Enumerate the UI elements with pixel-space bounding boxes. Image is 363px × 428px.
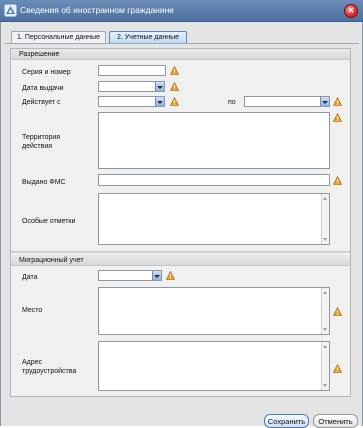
work-address-textarea[interactable] [98,341,330,391]
permit-section-header: Разрешение [11,49,350,60]
series-number-input[interactable] [98,65,166,76]
issue-date-label: Дата выдачи [22,85,64,92]
valid-from-field[interactable] [98,96,165,107]
scrollbar[interactable] [321,342,329,390]
warning-icon [170,97,179,106]
chevron-down-icon[interactable] [152,271,161,280]
territory-textarea[interactable] [98,112,330,169]
close-icon[interactable]: ✕ [344,4,358,18]
chevron-down-icon[interactable] [320,97,329,106]
warning-icon [333,307,342,316]
valid-from-label: Действует с [22,99,61,106]
work-address-label: Адрес трудоустройства [22,359,77,375]
scroll-down-icon[interactable] [323,328,327,331]
issue-date-field[interactable] [98,81,165,92]
scroll-up-icon[interactable] [323,197,327,200]
section-divider [11,251,350,253]
scroll-up-icon[interactable] [323,291,327,294]
warning-icon [170,66,179,75]
valid-to-label: по [228,99,236,106]
migration-date-field[interactable] [98,270,162,281]
scroll-down-icon[interactable] [323,238,327,241]
scrollbar[interactable] [321,288,329,334]
migration-section-header: Миграционный учет [11,255,350,266]
warning-icon [170,82,179,91]
warning-icon [166,271,175,280]
chevron-down-icon[interactable] [155,97,164,106]
warning-icon [333,113,342,122]
series-number-label: Серия и номер [22,69,71,76]
warning-icon [333,97,342,106]
valid-to-field[interactable] [244,96,330,107]
place-textarea[interactable] [98,287,330,335]
place-label: Место [22,307,43,314]
warning-icon [333,364,342,373]
chevron-down-icon[interactable] [155,82,164,91]
tab-strip-border [4,43,359,44]
app-icon [4,4,17,17]
scroll-up-icon[interactable] [323,345,327,348]
special-marks-textarea[interactable] [98,193,330,245]
warning-icon [333,176,342,185]
migration-date-label: Дата [22,274,38,281]
scrollbar[interactable] [321,194,329,244]
special-marks-label: Особые отметки [22,218,76,225]
window-title: Сведения об иностранном гражданине [20,5,175,15]
territory-label: Территория действия [22,134,61,150]
issued-by-input[interactable] [98,174,330,186]
issued-by-label: Выдано ФМС [22,179,66,186]
scroll-down-icon[interactable] [323,384,327,387]
